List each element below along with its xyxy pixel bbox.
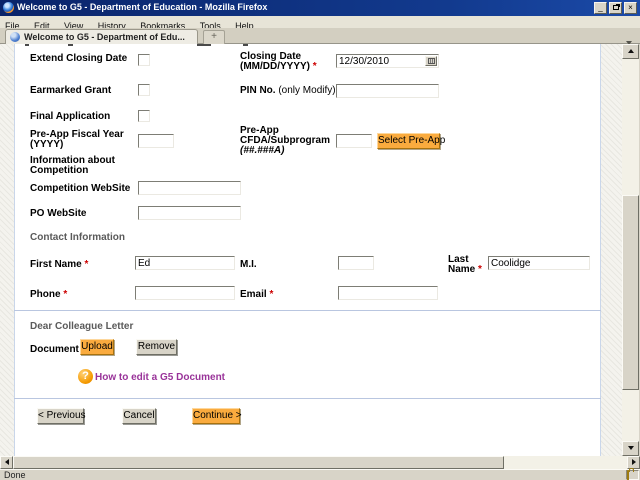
select-pre-app-button[interactable]: Select Pre-App [377,133,445,149]
po-website-input[interactable] [138,206,241,220]
clipped-text-fragment [25,44,29,46]
page-background [14,44,601,456]
date-picker-button[interactable] [425,56,437,66]
po-website-label: PO WebSite [30,208,87,219]
middle-initial-input[interactable] [338,256,374,270]
tab-title: Welcome to G5 - Department of Edu... [24,32,185,42]
cfda-subprogram-label: Pre-App CFDA/Subprogram (##.###A) [240,125,330,156]
clipped-text-fragment [68,44,73,46]
email-input[interactable] [338,286,438,300]
close-button[interactable]: × [624,2,637,14]
earmarked-grant-checkbox[interactable] [138,84,150,96]
firefox-icon [3,2,14,13]
status-text: Done [4,470,26,480]
extend-closing-date-label: Extend Closing Date [30,53,128,64]
middle-initial-label: M.I. [240,259,257,270]
competition-website-label: Competition WebSite [30,183,131,194]
page-viewport: Extend Closing Date Closing Date (MM/DD/… [0,44,622,456]
cancel-button[interactable]: Cancel [122,408,156,424]
information-about-competition-label: Information about Competition [30,155,115,176]
arrow-left-icon [4,459,9,465]
phone-label: Phone * [30,289,68,300]
calendar-icon [427,58,435,64]
horizontal-scrollbar[interactable] [0,456,640,469]
tab-strip: Welcome to G5 - Department of Edu... + [0,28,640,45]
clipped-text-fragment [243,44,248,46]
help-question-icon[interactable]: ? [78,369,93,384]
section-divider [14,310,601,311]
first-name-input[interactable] [135,256,235,270]
list-all-tabs-button[interactable] [621,32,636,45]
contact-information-header: Contact Information [30,232,125,243]
email-label: Email * [240,289,274,300]
upload-button[interactable]: Upload [80,339,114,355]
restore-button[interactable] [609,2,622,14]
clipped-text-fragment [197,44,211,46]
horizontal-scroll-thumb[interactable] [13,456,504,469]
closing-date-input[interactable] [336,54,439,68]
fiscal-year-input[interactable] [138,134,174,148]
scroll-up-button[interactable] [622,44,639,59]
fiscal-year-label: Pre-App Fiscal Year (YYYY) [30,129,124,150]
extend-closing-date-checkbox[interactable] [138,54,150,66]
continue-button[interactable]: Continue > [192,408,242,424]
restore-icon [612,5,619,10]
last-name-label: Last Name * [448,254,482,275]
title-bar: Welcome to G5 - Department of Education … [0,0,640,16]
window-title: Welcome to G5 - Department of Education … [17,2,268,12]
firefox-window: Welcome to G5 - Department of Education … [0,0,640,480]
scroll-left-button[interactable] [0,456,13,469]
required-asterisk: * [84,259,89,270]
scroll-right-button[interactable] [627,456,640,469]
pin-no-input[interactable] [336,84,439,98]
how-to-edit-g5-document-link[interactable]: How to edit a G5 Document [95,372,225,383]
required-asterisk: * [312,61,317,72]
pin-no-label: PIN No. (only Modify) [240,85,336,96]
security-panel [626,470,639,480]
phone-input[interactable] [135,286,235,300]
previous-button[interactable]: < Previous [37,408,86,424]
closing-date-field-group [336,54,439,68]
dear-colleague-letter-header: Dear Colleague Letter [30,321,134,332]
final-application-label: Final Application [30,111,111,122]
vertical-scrollbar[interactable] [622,44,639,456]
section-divider [14,398,601,399]
earmarked-grant-label: Earmarked Grant [30,85,112,96]
arrow-right-icon [631,459,636,465]
closing-date-label: Closing Date (MM/DD/YYYY) * [240,51,317,72]
required-asterisk: * [478,264,482,275]
required-asterisk: * [63,289,68,300]
document-label: Document [30,344,79,355]
cfda-subprogram-input[interactable] [336,134,372,148]
scroll-down-button[interactable] [622,441,639,456]
first-name-label: First Name * [30,259,89,270]
active-tab[interactable]: Welcome to G5 - Department of Edu... [5,29,198,44]
new-tab-button[interactable]: + [203,30,225,44]
vertical-scroll-thumb[interactable] [622,195,639,390]
last-name-input[interactable] [488,256,590,270]
tab-favicon-icon [10,32,20,42]
required-asterisk: * [269,289,274,300]
minimize-button[interactable]: _ [594,2,607,14]
lock-icon [627,470,629,480]
arrow-up-icon [627,49,634,53]
final-application-checkbox[interactable] [138,110,150,122]
status-bar: Done [0,469,640,480]
competition-website-input[interactable] [138,181,241,195]
remove-button[interactable]: Remove [136,339,177,355]
menu-bar: File Edit View History Bookmarks Tools H… [0,16,640,31]
arrow-down-icon [627,446,634,450]
